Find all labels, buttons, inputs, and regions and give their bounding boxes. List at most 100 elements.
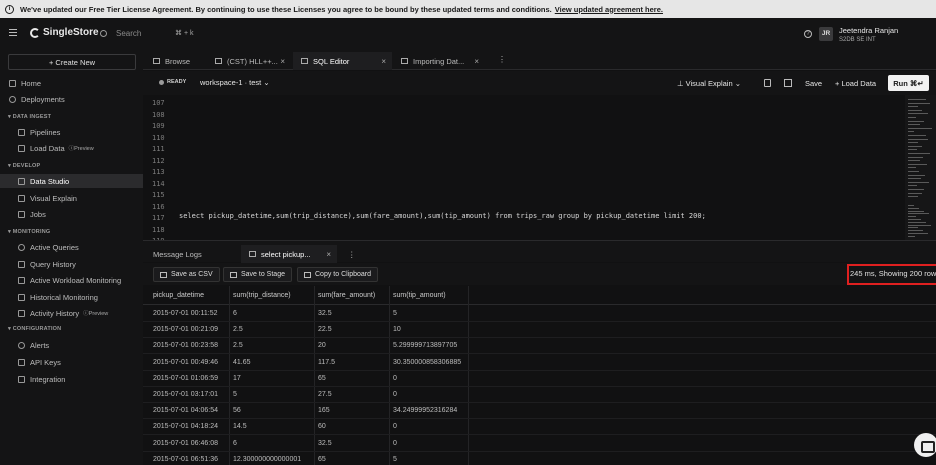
table-cell[interactable]: 0 xyxy=(393,391,397,398)
sidebar-item-alerts[interactable]: Alerts xyxy=(0,338,143,352)
table-cell[interactable]: 32.5 xyxy=(318,440,332,447)
table-cell[interactable]: 5 xyxy=(233,391,237,398)
copy-to-clipboard-button[interactable]: Copy to Clipboard xyxy=(297,267,379,282)
table-cell[interactable]: 5.299999713897705 xyxy=(393,342,457,349)
table-cell[interactable]: 17 xyxy=(233,375,241,382)
table-cell[interactable]: 5 xyxy=(393,456,397,463)
tabs-more-icon[interactable]: ⋮ xyxy=(498,55,506,64)
save-to-stage-button[interactable]: Save to Stage xyxy=(223,267,292,282)
column-header[interactable]: sum(trip_distance) xyxy=(233,292,291,299)
table-cell[interactable]: 27.5 xyxy=(318,391,332,398)
table-row[interactable]: 2015-07-01 06:46:08 6 32.5 0 xyxy=(143,436,936,452)
menu-icon[interactable] xyxy=(9,29,17,36)
table-row[interactable]: 2015-07-01 00:21:09 2.5 22.5 10 xyxy=(143,322,936,339)
sidebar-item-api-keys[interactable]: API Keys xyxy=(0,355,143,369)
tab-result[interactable]: select pickup... × xyxy=(241,245,337,263)
table-row[interactable]: 2015-07-01 00:49:46 41.65 117.5 30.35000085… xyxy=(143,355,936,371)
table-cell[interactable]: 6 xyxy=(233,310,237,317)
table-cell[interactable]: 2015-07-01 00:11:52 xyxy=(153,310,217,317)
table-cell[interactable]: 2.5 xyxy=(233,326,243,333)
code-minimap[interactable] xyxy=(905,95,936,240)
close-icon[interactable]: × xyxy=(280,57,285,66)
table-cell[interactable]: 65 xyxy=(318,456,326,463)
column-header[interactable]: sum(tip_amount) xyxy=(393,292,446,299)
sidebar-item-integration[interactable]: Integration xyxy=(0,372,143,386)
table-cell[interactable]: 30.350000858306885 xyxy=(393,359,461,366)
logo[interactable]: SingleStore xyxy=(30,27,99,38)
sidebar-item-data-studio[interactable]: Data Studio xyxy=(0,174,143,188)
sidebar-item-historical-monitoring[interactable]: Historical Monitoring xyxy=(0,290,143,304)
results-more-icon[interactable]: ⋮ xyxy=(348,245,356,263)
table-row[interactable]: 2015-07-01 00:23:58 2.5 20 5.29999971389770… xyxy=(143,338,936,355)
tab-message-logs[interactable]: Message Logs xyxy=(153,245,202,263)
table-cell[interactable]: 0 xyxy=(393,423,397,430)
sidebar-item-deployments[interactable]: Deployments xyxy=(0,92,143,106)
column-header[interactable]: sum(fare_amount) xyxy=(318,292,375,299)
table-cell[interactable]: 32.5 xyxy=(318,310,332,317)
table-row[interactable]: 2015-07-01 04:06:54 56 165 34.2499995231628… xyxy=(143,403,936,420)
database-icon[interactable] xyxy=(764,79,771,87)
close-icon[interactable]: × xyxy=(381,57,386,66)
code-line-query[interactable]: select pickup_datetime,sum(trip_distance… xyxy=(179,212,706,220)
tab-browse[interactable]: Browse xyxy=(145,52,207,70)
table-cell[interactable]: 2015-07-01 06:46:08 xyxy=(153,440,218,447)
table-cell[interactable]: 34.24999952316284 xyxy=(393,407,457,414)
save-as-csv-button[interactable]: Save as CSV xyxy=(153,267,220,282)
sidebar-item-query-history[interactable]: Query History xyxy=(0,257,143,271)
table-cell[interactable]: 20 xyxy=(318,342,326,349)
close-icon[interactable]: × xyxy=(326,250,331,259)
avatar[interactable]: JR xyxy=(819,27,833,41)
table-cell[interactable]: 0 xyxy=(393,440,397,447)
save-button[interactable]: Save xyxy=(805,79,822,88)
close-icon[interactable]: × xyxy=(474,57,479,66)
column-header[interactable]: pickup_datetime xyxy=(153,292,204,299)
table-cell[interactable]: 2015-07-01 04:18:24 xyxy=(153,423,218,430)
global-search[interactable]: ⌘ + k xyxy=(100,26,200,40)
help-icon[interactable]: ? xyxy=(804,30,812,38)
table-cell[interactable]: 10 xyxy=(393,326,401,333)
table-cell[interactable]: 2015-07-01 00:21:09 xyxy=(153,326,218,333)
workspace-selector[interactable]: workspace-1 · test ⌄ xyxy=(200,78,270,87)
table-cell[interactable]: 117.5 xyxy=(318,359,335,366)
view-agreement-link[interactable]: View updated agreement here. xyxy=(555,5,663,14)
table-cell[interactable]: 6 xyxy=(233,440,237,447)
chat-icon[interactable] xyxy=(914,433,936,457)
table-cell[interactable]: 22.5 xyxy=(318,326,332,333)
code-editor[interactable]: 107108109110111112113114115116117118119 … xyxy=(143,95,905,245)
table-cell[interactable]: 2015-07-01 00:49:46 xyxy=(153,359,218,366)
create-new-button[interactable]: + Create New xyxy=(8,54,136,70)
table-cell[interactable]: 56 xyxy=(233,407,241,414)
tab-cst-hll[interactable]: (CST) HLL++... × xyxy=(207,52,291,70)
table-row[interactable]: 2015-07-01 03:17:01 5 27.5 0 xyxy=(143,387,936,403)
panel-icon[interactable] xyxy=(784,79,792,87)
sidebar-item-load-data[interactable]: Load Data ⓘPreview xyxy=(0,141,143,155)
table-cell[interactable]: 5 xyxy=(393,310,397,317)
tab-importing-data[interactable]: Importing Dat... × xyxy=(393,52,485,70)
table-cell[interactable]: 2015-07-01 06:51:36 xyxy=(153,456,218,463)
run-button[interactable]: Run ⌘↵ xyxy=(888,75,929,91)
table-cell[interactable]: 2015-07-01 03:17:01 xyxy=(153,391,218,398)
table-cell[interactable]: 2.5 xyxy=(233,342,243,349)
table-cell[interactable]: 60 xyxy=(318,423,326,430)
table-cell[interactable]: 0 xyxy=(393,375,397,382)
sidebar-item-visual-explain[interactable]: Visual Explain xyxy=(0,191,143,205)
table-cell[interactable]: 41.65 xyxy=(233,359,251,366)
table-row[interactable]: 2015-07-01 01:06:59 17 65 0 xyxy=(143,371,936,387)
sidebar-item-active-workload[interactable]: Active Workload Monitoring xyxy=(0,273,143,287)
table-cell[interactable]: 2015-07-01 04:06:54 xyxy=(153,407,218,414)
table-row[interactable]: 2015-07-01 04:18:24 14.5 60 0 xyxy=(143,419,936,436)
table-cell[interactable]: 65 xyxy=(318,375,326,382)
load-data-button[interactable]: + Load Data xyxy=(835,79,876,88)
search-input[interactable] xyxy=(116,28,171,38)
table-cell[interactable]: 12.300000000000001 xyxy=(233,456,301,463)
visual-explain-button[interactable]: ⊥ Visual Explain ⌄ xyxy=(677,79,741,88)
tab-sql-editor[interactable]: SQL Editor × xyxy=(293,52,392,70)
table-cell[interactable]: 2015-07-01 00:23:58 xyxy=(153,342,218,349)
sidebar-item-active-queries[interactable]: Active Queries xyxy=(0,240,143,254)
table-cell[interactable]: 14.5 xyxy=(233,423,247,430)
sidebar-item-home[interactable]: Home xyxy=(0,76,143,90)
user-name[interactable]: Jeetendra Ranjan xyxy=(839,26,898,35)
table-cell[interactable]: 165 xyxy=(318,407,330,414)
table-row[interactable]: 2015-07-01 00:11:52 6 32.5 5 xyxy=(143,306,936,322)
table-cell[interactable]: 2015-07-01 01:06:59 xyxy=(153,375,218,382)
